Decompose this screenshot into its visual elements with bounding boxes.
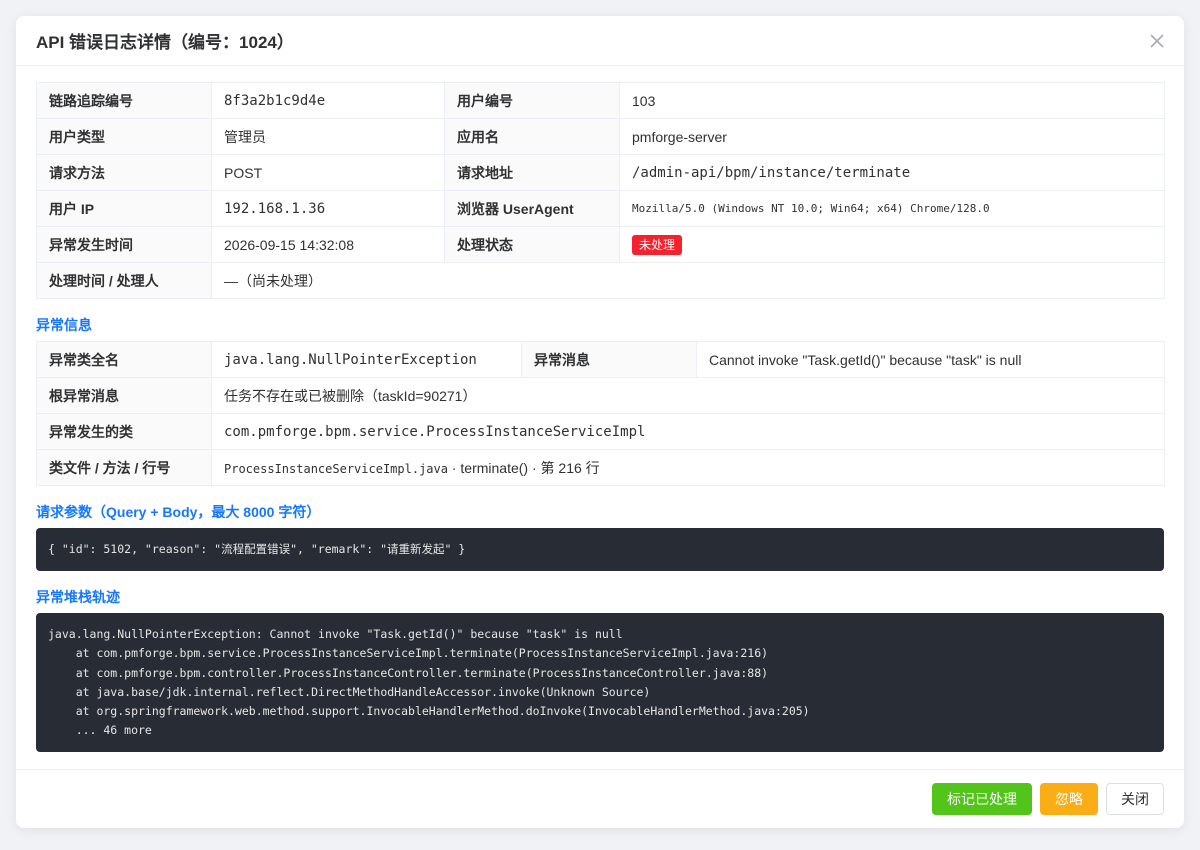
ignore-button[interactable]: 忽略 <box>1040 783 1098 815</box>
file-method-line-value: ProcessInstanceServiceImpl.java · termin… <box>211 449 1165 486</box>
file-method-line-label: 类文件 / 方法 / 行号 <box>36 449 212 486</box>
exception-message-value: Cannot invoke "Task.getId()" because "ta… <box>696 341 1165 378</box>
error-log-dialog: API 错误日志详情（编号：1024） 链路追踪编号 8f3a2b1c9d4e … <box>16 16 1184 828</box>
dialog-header: API 错误日志详情（编号：1024） <box>16 16 1184 66</box>
process-status-cell: 未处理 <box>619 226 1165 263</box>
occur-class-label: 异常发生的类 <box>36 413 212 450</box>
table-row: 用户 IP 192.168.1.36 浏览器 UserAgent Mozilla… <box>36 190 1165 227</box>
root-message-value: 任务不存在或已被删除（taskId=90271） <box>211 377 1165 414</box>
app-name-value: pmforge-server <box>619 118 1165 155</box>
request-url-label: 请求地址 <box>444 154 620 191</box>
root-message-label: 根异常消息 <box>36 377 212 414</box>
request-url-value: /admin-api/bpm/instance/terminate <box>619 154 1165 191</box>
dialog-footer: 标记已处理 忽略 关闭 <box>16 769 1184 828</box>
stack-trace-code: java.lang.NullPointerException: Cannot i… <box>36 613 1164 752</box>
request-method-label: 请求方法 <box>36 154 212 191</box>
handle-info-value: —（尚未处理） <box>211 262 1165 299</box>
exception-class-value: java.lang.NullPointerException <box>211 341 522 378</box>
request-method-value: POST <box>211 154 445 191</box>
process-status-label: 处理状态 <box>444 226 620 263</box>
table-row: 请求方法 POST 请求地址 /admin-api/bpm/instance/t… <box>36 154 1165 191</box>
table-row: 异常发生时间 2026-09-15 14:32:08 处理状态 未处理 <box>36 226 1165 263</box>
trace-id-label: 链路追踪编号 <box>36 82 212 119</box>
close-button[interactable]: 关闭 <box>1106 783 1164 815</box>
request-params-code: { "id": 5102, "reason": "流程配置错误", "remar… <box>36 528 1164 571</box>
status-badge: 未处理 <box>632 234 683 255</box>
table-row: 异常类全名 java.lang.NullPointerException 异常消… <box>36 341 1165 378</box>
file-name: ProcessInstanceServiceImpl.java <box>224 461 448 476</box>
user-id-label: 用户编号 <box>444 82 620 119</box>
exception-class-label: 异常类全名 <box>36 341 212 378</box>
exception-message-label: 异常消息 <box>521 341 697 378</box>
table-row: 处理时间 / 处理人 —（尚未处理） <box>36 262 1165 299</box>
table-row: 根异常消息 任务不存在或已被删除（taskId=90271） <box>36 377 1165 414</box>
table-row: 异常发生的类 com.pmforge.bpm.service.ProcessIn… <box>36 413 1165 450</box>
occur-class-value: com.pmforge.bpm.service.ProcessInstanceS… <box>211 413 1165 450</box>
table-row: 链路追踪编号 8f3a2b1c9d4e 用户编号 103 <box>36 82 1165 119</box>
user-type-value: 管理员 <box>211 118 445 155</box>
user-type-label: 用户类型 <box>36 118 212 155</box>
user-id-value: 103 <box>619 82 1165 119</box>
close-icon[interactable] <box>1148 32 1166 50</box>
basic-info-table: 链路追踪编号 8f3a2b1c9d4e 用户编号 103 用户类型 管理员 应用… <box>36 82 1165 299</box>
user-ip-value: 192.168.1.36 <box>211 190 445 227</box>
stack-section-title: 异常堆栈轨迹 <box>36 589 120 605</box>
params-section-title: 请求参数（Query + Body，最大 8000 字符） <box>36 504 321 520</box>
handle-info-label: 处理时间 / 处理人 <box>36 262 212 299</box>
table-row: 类文件 / 方法 / 行号 ProcessInstanceServiceImpl… <box>36 449 1165 486</box>
dialog-body: 链路追踪编号 8f3a2b1c9d4e 用户编号 103 用户类型 管理员 应用… <box>16 66 1184 752</box>
mark-handled-button[interactable]: 标记已处理 <box>932 783 1032 815</box>
exception-time-label: 异常发生时间 <box>36 226 212 263</box>
app-name-label: 应用名 <box>444 118 620 155</box>
exception-time-value: 2026-09-15 14:32:08 <box>211 226 445 263</box>
user-agent-value: Mozilla/5.0 (Windows NT 10.0; Win64; x64… <box>619 190 1165 227</box>
user-agent-label: 浏览器 UserAgent <box>444 190 620 227</box>
user-ip-label: 用户 IP <box>36 190 212 227</box>
trace-id-value: 8f3a2b1c9d4e <box>211 82 445 119</box>
method-line: · terminate() · 第 216 行 <box>447 459 600 476</box>
dialog-title: API 错误日志详情（编号：1024） <box>36 33 294 52</box>
exception-info-table: 异常类全名 java.lang.NullPointerException 异常消… <box>36 341 1165 486</box>
exception-section-title: 异常信息 <box>36 317 92 333</box>
table-row: 用户类型 管理员 应用名 pmforge-server <box>36 118 1165 155</box>
